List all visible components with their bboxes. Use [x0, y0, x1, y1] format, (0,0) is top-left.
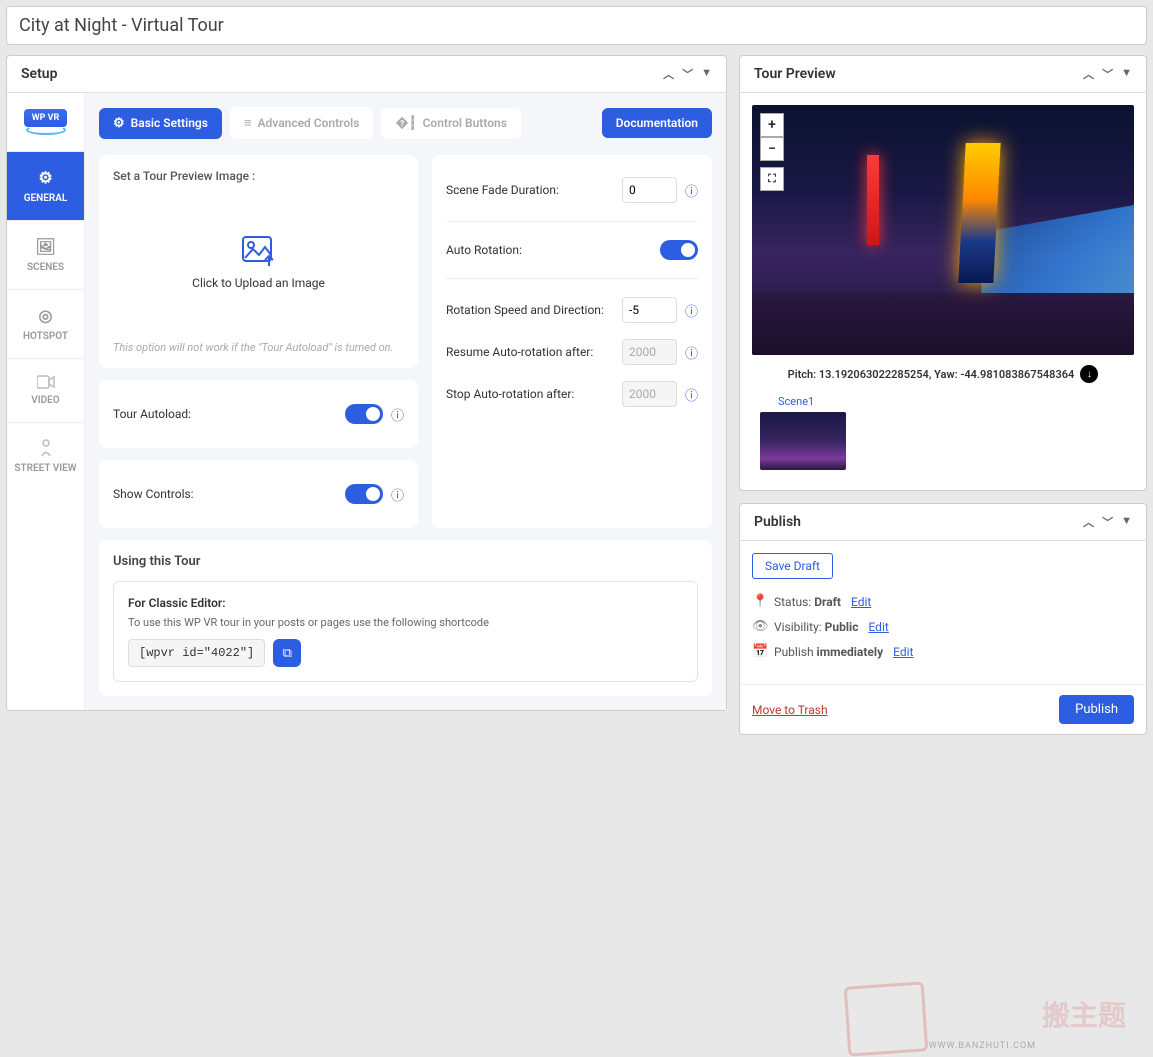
info-icon[interactable]: ⓘ [391, 485, 404, 504]
chevron-down-icon[interactable]: ﹀ [1102, 66, 1113, 82]
resume-rotation-label: Resume Auto-rotation after: [446, 345, 614, 359]
panorama-viewer[interactable]: + − ⛶ [752, 105, 1134, 355]
sidebar-item-hotspot[interactable]: ◎ HOTSPOT [7, 289, 84, 358]
tab-advanced-controls[interactable]: ≡ Advanced Controls [230, 107, 374, 139]
preview-image-card: Set a Tour Preview Image : Click to Uplo… [99, 155, 418, 368]
scene-fade-label: Scene Fade Duration: [446, 183, 614, 197]
scene-settings-card: Scene Fade Duration: ⓘ Auto Rotation: [432, 155, 712, 528]
chevron-up-icon[interactable]: ︿ [1083, 514, 1094, 530]
show-controls-toggle[interactable] [345, 484, 383, 504]
auto-rotation-toggle[interactable] [660, 240, 698, 260]
streetview-icon [38, 439, 54, 457]
coordinates-text: Pitch: 13.192063022285254, Yaw: -44.9810… [788, 368, 1075, 381]
publish-button[interactable]: Publish [1059, 695, 1134, 724]
publish-panel: 搬主题 WWW.BANZHUTI.COM Publish ︿ ﹀ ▼ Save … [739, 503, 1147, 735]
scene-fade-input[interactable] [622, 177, 677, 203]
caret-toggle-icon[interactable]: ▼ [1121, 514, 1132, 530]
scene-thumbnail[interactable] [760, 412, 846, 470]
edit-status-link[interactable]: Edit [851, 595, 871, 609]
eye-icon: 👁 [752, 619, 766, 634]
documentation-button[interactable]: Documentation [602, 108, 712, 138]
target-icon: ◎ [39, 306, 53, 325]
gear-icon: ⚙ [38, 168, 52, 187]
info-icon[interactable]: ⓘ [685, 385, 698, 404]
using-tour-title: Using this Tour [113, 554, 698, 569]
tour-preview-header: Tour Preview [754, 66, 836, 82]
schedule-label: Publish immediately [774, 645, 883, 659]
download-icon[interactable]: ↓ [1080, 365, 1098, 383]
scene-thumb-label: Scene1 [756, 395, 1130, 408]
chevron-down-icon[interactable]: ﹀ [1102, 514, 1113, 530]
preview-image-label: Set a Tour Preview Image : [113, 169, 404, 183]
upload-text: Click to Upload an Image [192, 276, 325, 290]
stop-rotation-input[interactable] [622, 381, 677, 407]
save-draft-button[interactable]: Save Draft [752, 553, 833, 579]
info-icon[interactable]: ⓘ [685, 301, 698, 320]
status-label: Status: Draft [774, 595, 841, 609]
image-icon: 🖼 [35, 237, 55, 256]
watermark-text: 搬主题 [1042, 994, 1126, 1034]
pin-icon: 📍 [752, 594, 766, 609]
tour-autoload-toggle[interactable] [345, 404, 383, 424]
classic-editor-title: For Classic Editor: [128, 596, 683, 610]
page-title[interactable]: City at Night - Virtual Tour [6, 6, 1147, 45]
chevron-down-icon[interactable]: ﹀ [682, 66, 693, 82]
edit-visibility-link[interactable]: Edit [868, 620, 888, 634]
upload-image-icon [242, 236, 276, 266]
setup-sidebar: WP VR ⚙ GENERAL 🖼 SCENES ◎ HOTSPO [7, 93, 85, 710]
gear-icon: ⚙ [113, 116, 125, 131]
watermark-stamp [844, 981, 929, 1056]
tour-autoload-label: Tour Autoload: [113, 407, 191, 421]
info-icon[interactable]: ⓘ [685, 181, 698, 200]
wpvr-logo: WP VR [7, 93, 84, 151]
calendar-icon: 📅 [752, 644, 766, 659]
info-icon[interactable]: ⓘ [685, 343, 698, 362]
sidebar-item-general[interactable]: ⚙ GENERAL [7, 151, 84, 220]
chevron-up-icon[interactable]: ︿ [1083, 66, 1094, 82]
info-icon[interactable]: ⓘ [391, 405, 404, 424]
tour-autoload-card: Tour Autoload: ⓘ [99, 380, 418, 448]
move-to-trash-link[interactable]: Move to Trash [752, 703, 828, 717]
zoom-out-button[interactable]: − [760, 137, 784, 161]
copy-shortcode-button[interactable]: ⧉ [273, 639, 301, 667]
watermark-url: WWW.BANZHUTI.COM [929, 1041, 1036, 1051]
classic-editor-text: To use this WP VR tour in your posts or … [128, 616, 683, 629]
sliders-icon: ≡ [244, 115, 252, 131]
zoom-in-button[interactable]: + [760, 113, 784, 137]
resume-rotation-input[interactable] [622, 339, 677, 365]
sidebar-item-streetview[interactable]: STREET VIEW [7, 422, 84, 490]
sidebar-item-video[interactable]: VIDEO [7, 358, 84, 422]
tab-control-buttons[interactable]: �┇ Control Buttons [381, 108, 520, 139]
video-icon [37, 375, 55, 389]
publish-header: Publish [754, 514, 801, 530]
shortcode-value: [wpvr id="4022"] [128, 639, 265, 667]
sidebar-item-scenes[interactable]: 🖼 SCENES [7, 220, 84, 289]
controls-icon: �┇ [395, 116, 416, 131]
upload-image-area[interactable]: Click to Upload an Image [113, 193, 404, 333]
tab-basic-settings[interactable]: ⚙ Basic Settings [99, 108, 222, 139]
chevron-up-icon[interactable]: ︿ [663, 66, 674, 82]
show-controls-label: Show Controls: [113, 487, 194, 501]
copy-icon: ⧉ [283, 646, 292, 661]
fullscreen-button[interactable]: ⛶ [760, 167, 784, 191]
rotation-speed-input[interactable] [622, 297, 677, 323]
tour-preview-panel: Tour Preview ︿ ﹀ ▼ + − ⛶ [739, 55, 1147, 491]
rotation-speed-label: Rotation Speed and Direction: [446, 303, 614, 317]
auto-rotation-label: Auto Rotation: [446, 243, 652, 257]
using-tour-card: Using this Tour For Classic Editor: To u… [99, 540, 712, 696]
setup-header-label: Setup [21, 66, 57, 82]
caret-toggle-icon[interactable]: ▼ [1121, 66, 1132, 82]
edit-schedule-link[interactable]: Edit [893, 645, 913, 659]
setup-panel: Setup ︿ ﹀ ▼ WP VR ⚙ [6, 55, 727, 711]
caret-toggle-icon[interactable]: ▼ [701, 66, 712, 82]
visibility-label: Visibility: Public [774, 620, 858, 634]
stop-rotation-label: Stop Auto-rotation after: [446, 387, 614, 401]
show-controls-card: Show Controls: ⓘ [99, 460, 418, 528]
preview-hint: This option will not work if the "Tour A… [113, 341, 404, 354]
